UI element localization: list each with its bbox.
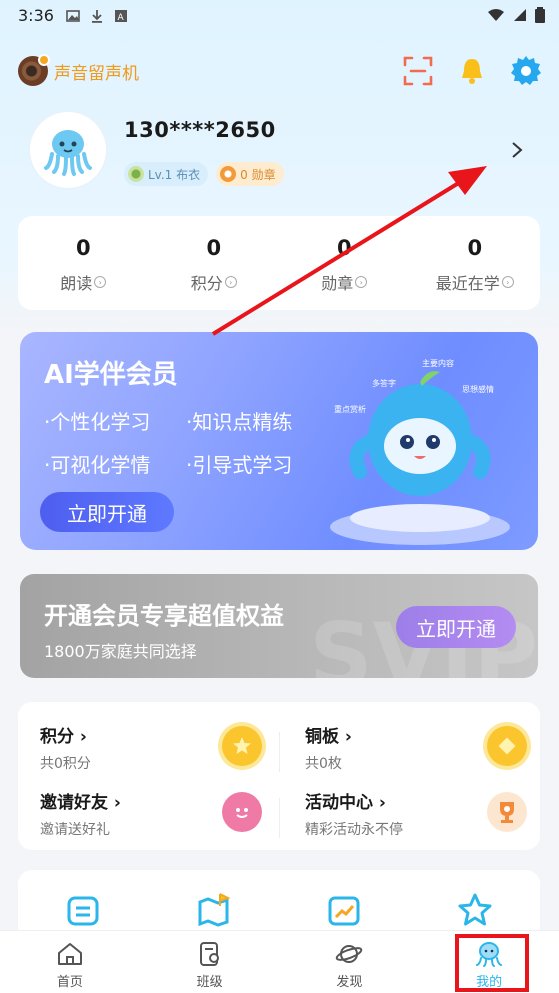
stat-label: 最近在学 — [435, 274, 500, 293]
mascot-tag: 思想感情 — [462, 384, 494, 394]
vip-feature-list: ·个性化学习 ·知识点精练 ·可视化学情 ·引导式学习 — [44, 406, 328, 478]
stat-reading[interactable]: 0 朗读 › — [18, 216, 149, 310]
calendar-chart-icon[interactable] — [324, 890, 364, 930]
ai-vip-banner[interactable]: AI学伴会员 ·个性化学习 ·知识点精练 ·可视化学情 ·引导式学习 立即开通 … — [20, 332, 538, 550]
level-badge[interactable]: Lv.1 布衣 — [124, 162, 209, 186]
brand-name: 声音留声机 — [54, 63, 139, 84]
tab-label: 班级 — [196, 975, 223, 990]
rewards-grid: 积分 › 共0积分 铜板 › 共0枚 邀请好友 › 邀请送好礼 活动中心 › 精… — [18, 702, 540, 850]
coin-icon — [222, 726, 262, 766]
wifi-icon — [488, 9, 504, 21]
circle-arrow-icon: › — [501, 276, 514, 288]
star-icon[interactable] — [455, 890, 495, 930]
stat-recent-learning[interactable]: 0 最近在学 › — [410, 216, 541, 310]
stat-value: 0 — [75, 236, 91, 260]
badges: Lv.1 布衣 0 勋章 — [124, 162, 284, 186]
ai-mascot-illustration: 多答字 主要内容 思想感情 重点赏析 — [330, 358, 510, 545]
avatar[interactable] — [30, 112, 106, 188]
class-icon — [199, 942, 219, 966]
annotation-highlight-box — [455, 934, 529, 992]
svg-text:A: A — [118, 13, 125, 23]
smiley-heart-icon — [222, 792, 262, 832]
vip-feature: ·个性化学习 — [44, 410, 151, 434]
app-notification-icon: A — [114, 8, 128, 23]
image-icon — [66, 8, 80, 22]
trophy-icon — [487, 792, 527, 832]
vip-feature: ·引导式学习 — [186, 453, 293, 477]
stat-label: 朗读 — [60, 274, 93, 293]
medal-badge-text: 0 勋章 — [240, 167, 276, 182]
stat-label: 积分 — [190, 274, 223, 293]
download-icon — [90, 8, 104, 23]
system-icons — [487, 7, 545, 23]
signal-icon — [514, 9, 526, 21]
svip-promo-banner[interactable]: SVIP 开通会员专享超值权益 1800万家庭共同选择 立即开通 — [20, 574, 538, 678]
status-time: 3:36 — [18, 6, 54, 25]
circle-arrow-icon: › — [355, 276, 368, 288]
promo-subtitle: 1800万家庭共同选择 — [44, 642, 197, 661]
stat-medals[interactable]: 0 勋章 › — [279, 216, 410, 310]
level-badge-text: Lv.1 布衣 — [148, 167, 201, 182]
stat-value: 0 — [467, 236, 483, 260]
promo-activate-button[interactable]: 立即开通 — [396, 606, 516, 648]
stat-value: 0 — [206, 236, 222, 260]
grid-copper[interactable]: 铜板 › 共0枚 — [305, 722, 545, 782]
cell-title: 活动中心 — [305, 793, 373, 813]
tab-label: 发现 — [336, 975, 363, 990]
octopus-avatar-icon — [44, 130, 92, 176]
divider — [279, 798, 280, 838]
battery-icon — [535, 7, 545, 23]
planet-icon — [336, 945, 363, 963]
cell-title: 邀请好友 — [40, 793, 108, 813]
chevron-right-icon[interactable] — [510, 140, 524, 166]
mascot-tag: 重点赏析 — [334, 404, 366, 414]
notification-icons: A — [66, 8, 128, 23]
settings-gear-icon[interactable] — [509, 54, 543, 88]
circle-arrow-icon: › — [224, 276, 237, 288]
record-player-icon — [18, 54, 50, 86]
tab-class[interactable]: 班级 — [140, 931, 280, 993]
bell-icon[interactable] — [455, 54, 489, 88]
profile-header[interactable]: 130****2650 Lv.1 布衣 0 勋章 — [30, 112, 530, 192]
user-phone: 130****2650 — [124, 118, 276, 142]
level-icon — [128, 166, 144, 182]
stat-value: 0 — [336, 236, 352, 260]
grid-activity[interactable]: 活动中心 › 精彩活动永不停 — [305, 788, 545, 848]
grid-invite[interactable]: 邀请好友 › 邀请送好礼 — [40, 788, 280, 848]
mascot-tag: 主要内容 — [422, 358, 454, 368]
copper-coin-icon — [487, 726, 527, 766]
vip-title: AI学伴会员 — [44, 360, 178, 390]
top-bar: 声音留声机 — [0, 44, 559, 94]
brand-entry[interactable]: 声音留声机 — [18, 54, 139, 86]
list-icon[interactable] — [63, 890, 103, 930]
scan-icon[interactable] — [401, 54, 435, 88]
tab-home[interactable]: 首页 — [0, 931, 140, 993]
stat-points[interactable]: 0 积分 › — [149, 216, 280, 310]
map-flag-icon[interactable] — [194, 890, 234, 930]
home-icon — [57, 943, 82, 965]
vip-activate-button[interactable]: 立即开通 — [40, 492, 174, 532]
stat-label: 勋章 — [321, 274, 354, 293]
vip-feature: ·可视化学情 — [44, 453, 151, 477]
tab-label: 首页 — [56, 975, 83, 990]
medal-icon — [220, 166, 237, 182]
promo-title: 开通会员专享超值权益 — [44, 602, 284, 630]
circle-arrow-icon: › — [94, 276, 107, 288]
divider — [279, 732, 280, 772]
cell-title: 铜板 — [305, 727, 339, 747]
mascot-tag: 多答字 — [372, 378, 396, 388]
stats-card: 0 朗读 › 0 积分 › 0 勋章 › 0 最近在学 › — [18, 216, 540, 310]
status-bar: 3:36 A — [0, 0, 559, 30]
vip-feature: ·知识点精练 — [186, 410, 293, 434]
tab-discover[interactable]: 发现 — [280, 931, 420, 993]
cell-title: 积分 — [40, 727, 74, 747]
grid-points[interactable]: 积分 › 共0积分 — [40, 722, 280, 782]
top-actions — [401, 54, 543, 88]
medal-badge[interactable]: 0 勋章 — [216, 162, 284, 186]
